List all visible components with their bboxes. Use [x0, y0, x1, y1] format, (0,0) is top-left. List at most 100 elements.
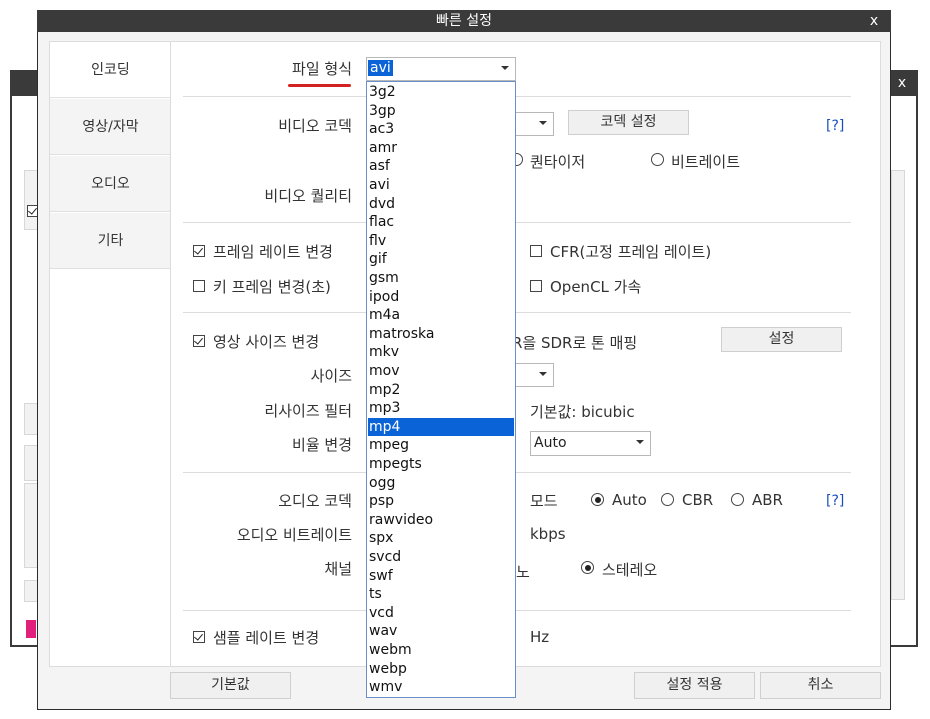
stereo-radio[interactable]	[581, 561, 594, 574]
file-format-option[interactable]: flv	[368, 232, 514, 251]
stereo-label: 스테레오	[602, 561, 658, 579]
change-size-label: 영상 사이즈 변경	[213, 333, 320, 351]
audio-mode-auto-label: Auto	[612, 491, 647, 509]
file-format-label: 파일 형식	[292, 60, 352, 78]
audio-mode-label: 모드	[530, 492, 558, 510]
chevron-down-icon	[636, 440, 644, 444]
file-format-select[interactable]: avi	[366, 57, 516, 81]
nav-item-audio[interactable]: 오디오	[50, 156, 171, 212]
file-format-option[interactable]: 3g2	[368, 83, 514, 102]
file-format-option[interactable]: spx	[368, 529, 514, 548]
file-format-option[interactable]: ac3	[368, 120, 514, 139]
file-format-option[interactable]: webm	[368, 641, 514, 660]
cfr-label: CFR(고정 프레임 레이트)	[550, 243, 712, 261]
dialog-close-button[interactable]: x	[862, 10, 886, 32]
audio-bitrate-unit: kbps	[530, 525, 566, 543]
file-format-option[interactable]: amr	[368, 139, 514, 158]
default-button[interactable]: 기본값	[170, 672, 291, 699]
file-format-option[interactable]: ogg	[368, 474, 514, 493]
file-format-option[interactable]: gsm	[368, 269, 514, 288]
codec-settings-button[interactable]: 코덱 설정	[568, 110, 689, 135]
chevron-down-icon	[539, 372, 547, 376]
file-format-option[interactable]: vcd	[368, 604, 514, 623]
audio-help-link[interactable]: [?]	[826, 493, 844, 509]
change-fps-label: 프레임 레이트 변경	[213, 243, 333, 261]
file-format-option[interactable]: matroska	[368, 325, 514, 344]
cancel-button[interactable]: 취소	[760, 672, 881, 699]
bitrate-radio[interactable]	[651, 153, 664, 166]
video-codec-label: 비디오 코덱	[278, 117, 352, 135]
file-format-option[interactable]: psp	[368, 492, 514, 511]
file-format-option[interactable]: ipod	[368, 288, 514, 307]
bitrate-label: 비트레이트	[671, 153, 741, 171]
audio-channel-label: 채널	[324, 560, 352, 578]
file-format-option[interactable]: svcd	[368, 548, 514, 567]
section-divider	[183, 472, 851, 473]
file-format-selected-value: avi	[368, 60, 393, 76]
samplerate-unit: Hz	[530, 628, 550, 646]
nav-divider	[170, 42, 171, 667]
nav-item-video-subtitle[interactable]: 영상/자막	[50, 99, 171, 155]
audio-codec-label: 오디오 코덱	[278, 492, 352, 510]
background-panel-edge	[24, 403, 38, 435]
file-format-option[interactable]: flac	[368, 213, 514, 232]
video-help-link[interactable]: [?]	[826, 118, 844, 134]
file-format-option[interactable]: avi	[368, 176, 514, 195]
nav-item-encoding[interactable]: 인코딩	[50, 42, 171, 98]
background-panel-edge	[24, 580, 38, 602]
change-size-checkbox[interactable]	[193, 335, 205, 347]
opencl-checkbox[interactable]	[530, 280, 542, 292]
file-format-option[interactable]: mov	[368, 362, 514, 381]
change-fps-checkbox[interactable]	[193, 245, 205, 257]
resize-filter-label: 리사이즈 필터	[264, 402, 352, 420]
background-panel-edge	[24, 483, 38, 568]
keyframe-checkbox[interactable]	[193, 280, 205, 292]
nav-item-etc[interactable]: 기타	[50, 213, 171, 269]
dialog-title: 빠른 설정	[37, 10, 891, 32]
background-panel-edge	[24, 170, 38, 230]
samplerate-label: 샘플 레이트 변경	[213, 629, 320, 647]
file-format-option[interactable]: rawvideo	[368, 511, 514, 530]
file-format-option[interactable]: gif	[368, 250, 514, 269]
file-format-option[interactable]: wav	[368, 622, 514, 641]
section-divider	[183, 96, 851, 97]
file-format-option[interactable]: webp	[368, 660, 514, 679]
chevron-down-icon	[539, 121, 547, 125]
video-quality-label: 비디오 퀄리티	[264, 187, 352, 205]
file-format-option[interactable]: mp3	[368, 399, 514, 418]
audio-bitrate-label: 오디오 비트레이트	[236, 526, 352, 544]
file-format-option[interactable]: swf	[368, 567, 514, 586]
file-format-option[interactable]: wmv	[368, 678, 514, 697]
file-format-option[interactable]: ts	[368, 585, 514, 604]
samplerate-checkbox[interactable]	[193, 631, 205, 643]
size-label: 사이즈	[310, 367, 352, 385]
file-format-option[interactable]: mkv	[368, 343, 514, 362]
audio-mode-abr-radio[interactable]	[731, 493, 744, 506]
file-format-option[interactable]: 3gp	[368, 102, 514, 121]
size-settings-button[interactable]: 설정	[721, 327, 842, 352]
file-format-option[interactable]: dvd	[368, 195, 514, 214]
audio-mode-abr-label: ABR	[752, 491, 783, 509]
quantizer-label: 퀀타이저	[530, 153, 586, 171]
background-panel-edge	[24, 445, 38, 481]
background-panel-edge	[891, 170, 905, 600]
aspect-ratio-label: 비율 변경	[292, 436, 352, 454]
file-format-option[interactable]: mpeg	[368, 436, 514, 455]
background-pink-marker	[26, 620, 36, 638]
aspect-ratio-select[interactable]: Auto	[530, 431, 651, 456]
file-format-option[interactable]: mp4	[368, 417, 514, 437]
file-format-option[interactable]: asf	[368, 157, 514, 176]
cfr-checkbox[interactable]	[530, 245, 542, 257]
audio-mode-auto-radio[interactable]	[591, 493, 604, 506]
apply-settings-button[interactable]: 설정 적용	[634, 672, 755, 699]
audio-mode-cbr-label: CBR	[682, 491, 714, 509]
audio-mode-cbr-radio[interactable]	[661, 493, 674, 506]
opencl-label: OpenCL 가속	[550, 278, 642, 296]
background-close-button[interactable]: x	[888, 72, 916, 94]
file-format-option[interactable]: m4a	[368, 306, 514, 325]
aspect-ratio-value: Auto	[534, 435, 567, 451]
audio-channel-partial: 노	[516, 563, 530, 581]
file-format-option[interactable]: mpegts	[368, 455, 514, 474]
file-format-option[interactable]: mp2	[368, 381, 514, 400]
keyframe-label: 키 프레임 변경(초)	[213, 278, 331, 296]
